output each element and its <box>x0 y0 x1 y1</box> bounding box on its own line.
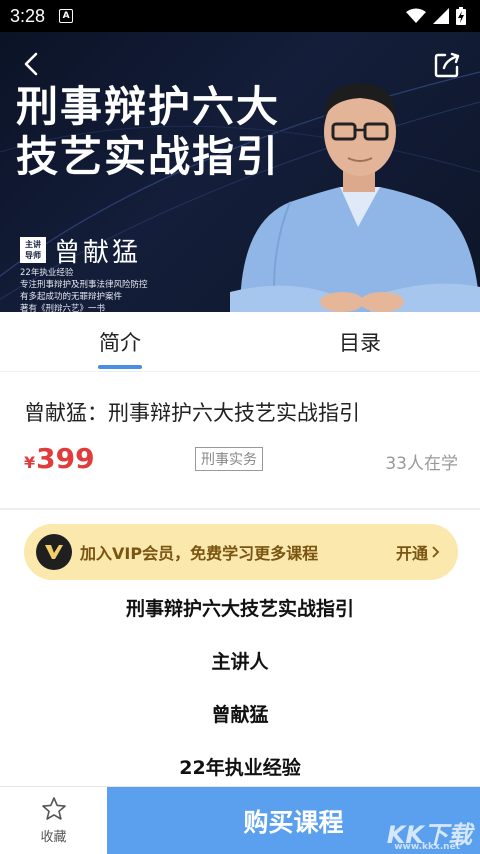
favorite-label: 收藏 <box>40 830 67 845</box>
description-line: 主讲人 <box>211 651 269 673</box>
chevron-right-icon <box>432 546 440 558</box>
lecturer-photo <box>230 83 480 312</box>
star-icon <box>41 797 66 820</box>
course-banner: 刑事辩护六大 技艺实战指引 主讲 导师 曾献猛 22年执业经验 专注刑事辩护及刑… <box>0 32 480 312</box>
banner-desc-line: 专注刑事辩护及刑事法律风险防控 <box>20 280 148 290</box>
signal-icon <box>433 8 449 24</box>
course-category-tag: 刑事实务 <box>195 447 263 471</box>
banner-desc-line: 有多起成功的无罪辩护案件 <box>20 292 123 302</box>
tab-catalog[interactable]: 目录 <box>240 312 480 371</box>
learner-count: 33人在学 <box>385 454 458 474</box>
badge-line2: 导师 <box>25 251 41 260</box>
buy-course-label: 购买课程 <box>243 807 344 837</box>
status-time: 3:28 <box>10 5 46 26</box>
course-price: ¥399 <box>24 442 95 475</box>
wifi-icon <box>406 8 426 23</box>
price-value: 399 <box>36 442 95 475</box>
vip-promo-text: 加入VIP会员，免费学习更多课程 <box>80 544 319 563</box>
currency-symbol: ¥ <box>24 453 36 472</box>
description-line: 刑事辩护六大技艺实战指引 <box>125 598 354 620</box>
watermark-url: www.kkx.net <box>394 842 460 852</box>
buy-course-button[interactable]: 购买课程 KK下载 www.kkx.net <box>107 787 480 854</box>
favorite-button[interactable]: 收藏 <box>0 787 107 854</box>
vip-open-button[interactable]: 开通 <box>396 540 440 564</box>
status-icons <box>406 7 466 25</box>
vip-open-label: 开通 <box>395 544 428 563</box>
banner-lecturer-name: 曾献猛 <box>54 238 142 268</box>
content-tabs: 简介 目录 <box>0 312 480 372</box>
description-line: 曾献猛 <box>211 704 269 726</box>
banner-desc-line: 著有《刑辩六艺》一书 <box>20 304 106 312</box>
description-line: 22年执业经验 <box>179 757 301 779</box>
vip-logo-icon <box>36 534 72 570</box>
section-divider <box>0 508 480 510</box>
lecturer-badge: 主讲 导师 <box>20 237 46 263</box>
banner-lecturer-desc: 22年执业经验 专注刑事辩护及刑事法律风险防控 有多起成功的无罪辩护案件 著有《… <box>20 267 148 312</box>
status-bar: 3:28 A <box>0 0 480 32</box>
tab-intro[interactable]: 简介 <box>0 312 240 371</box>
battery-charging-icon <box>456 7 466 25</box>
vip-promo-banner[interactable]: 加入VIP会员，免费学习更多课程 开通 <box>24 524 458 580</box>
badge-line1: 主讲 <box>25 240 41 249</box>
back-arrow-icon[interactable] <box>18 50 46 78</box>
notification-icon: A <box>59 9 74 23</box>
bottom-action-bar: 收藏 购买课程 KK下载 www.kkx.net <box>0 786 480 854</box>
banner-desc-line: 22年执业经验 <box>20 268 74 278</box>
course-title: 曾献猛：刑事辩护六大技艺实战指引 <box>24 401 360 425</box>
